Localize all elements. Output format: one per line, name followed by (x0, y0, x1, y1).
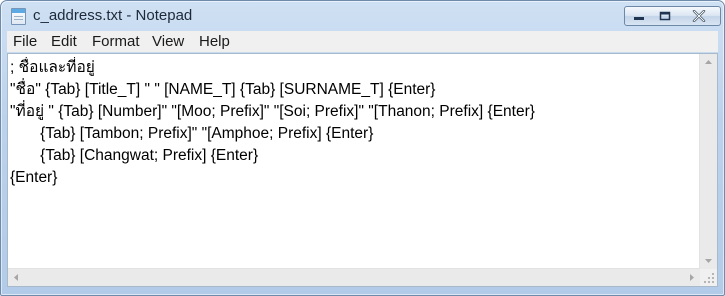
text-line: {Enter} (10, 169, 58, 186)
text-line: "ชื่อ" {Tab} [Title_T] " " [NAME_T] {Tab… (10, 81, 436, 98)
window-title: c_address.txt - Notepad (33, 7, 193, 24)
text-line: ; ชื่อและที่อยู่ (10, 59, 95, 76)
vertical-scrollbar[interactable] (699, 54, 717, 269)
resize-grip-icon[interactable] (700, 269, 717, 286)
menu-format[interactable]: Format (92, 33, 140, 50)
menu-file[interactable]: File (13, 33, 37, 50)
scroll-left-arrow-icon[interactable] (8, 269, 25, 286)
text-line: {Tab} [Changwat; Prefix] {Enter} (10, 147, 259, 164)
maximize-icon (659, 11, 671, 21)
menu-bar: File Edit Format View Help (7, 31, 718, 52)
horizontal-scrollbar[interactable] (8, 268, 700, 286)
scroll-right-arrow-icon[interactable] (683, 269, 700, 286)
scroll-down-arrow-icon[interactable] (700, 252, 717, 269)
minimize-icon (633, 17, 644, 20)
menu-view[interactable]: View (152, 33, 184, 50)
text-editor[interactable]: ; ชื่อและที่อยู่ "ชื่อ" {Tab} [Title_T] … (7, 53, 718, 287)
close-button[interactable] (678, 6, 721, 26)
menu-help[interactable]: Help (199, 33, 230, 50)
scroll-up-arrow-icon[interactable] (700, 54, 717, 71)
menu-edit[interactable]: Edit (51, 33, 77, 50)
close-icon (692, 10, 706, 22)
document-text[interactable]: ; ชื่อและที่อยู่ "ชื่อ" {Tab} [Title_T] … (10, 57, 700, 265)
notepad-icon[interactable] (11, 8, 26, 25)
title-bar[interactable]: c_address.txt - Notepad (1, 1, 724, 31)
minimize-button[interactable] (624, 6, 653, 26)
notepad-window: c_address.txt - Notepad File Edit Format… (0, 0, 725, 296)
text-line: {Tab} [Tambon; Prefix]" "[Amphoe; Prefix… (10, 125, 374, 142)
text-line: "ที่อยู่ " {Tab} [Number]" "[Moo; Prefix… (10, 103, 535, 120)
maximize-button[interactable] (652, 6, 679, 26)
